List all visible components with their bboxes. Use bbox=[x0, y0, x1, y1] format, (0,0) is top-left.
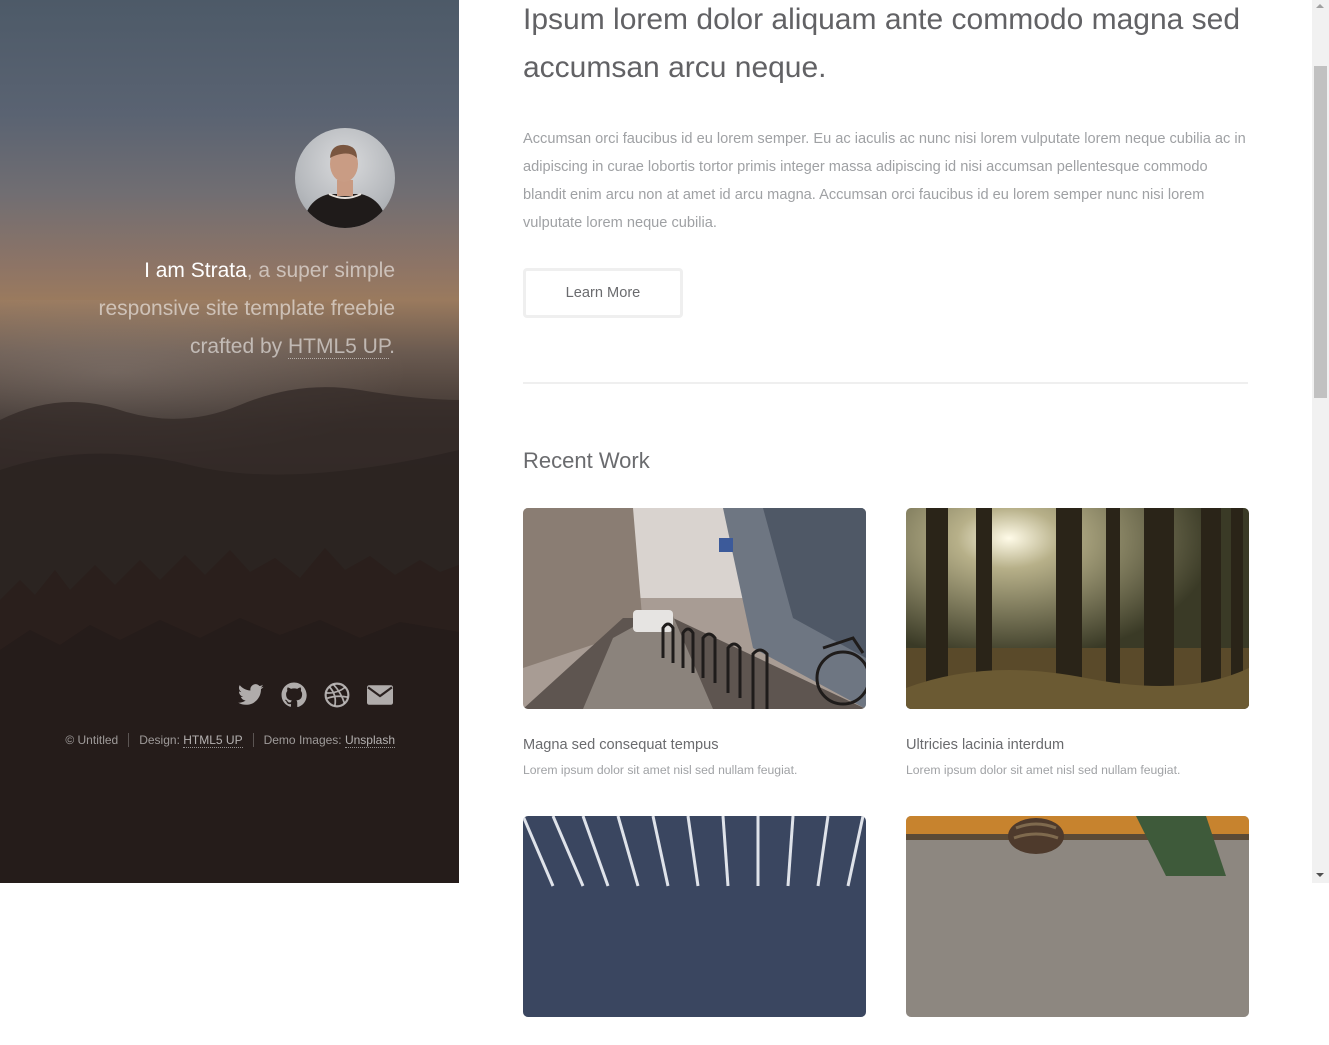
social-icons bbox=[238, 682, 398, 712]
work-thumbnail-forest[interactable] bbox=[906, 508, 1249, 709]
lead-paragraph: Accumsan orci faucibus id eu lorem sempe… bbox=[523, 131, 1246, 231]
work-item-1: Magna sed consequat tempus Lorem ipsum d… bbox=[523, 508, 866, 777]
work-thumbnail-building[interactable] bbox=[523, 816, 866, 1017]
vertical-scrollbar[interactable] bbox=[1312, 0, 1329, 883]
intro-period: . bbox=[389, 335, 395, 358]
intro-html5up-link[interactable]: HTML5 UP bbox=[288, 335, 390, 359]
images-label: Demo Images: bbox=[263, 733, 345, 747]
copyright: © Untitled Design: HTML5 UP Demo Images:… bbox=[65, 733, 395, 748]
work-title: Magna sed consequat tempus bbox=[523, 737, 719, 753]
scroll-down-arrow-icon[interactable] bbox=[1316, 873, 1324, 877]
intro-text: I am Strata, a super simple responsive s… bbox=[65, 252, 395, 366]
envelope-icon[interactable] bbox=[367, 682, 393, 708]
twitter-icon[interactable] bbox=[238, 682, 264, 708]
sidebar-header: I am Strata, a super simple responsive s… bbox=[0, 0, 459, 883]
page-headline: Ipsum lorem dolor aliquam ante commodo m… bbox=[523, 3, 1241, 84]
intro-name: I am Strata bbox=[144, 259, 247, 282]
design-link[interactable]: HTML5 UP bbox=[183, 733, 243, 748]
work-item-4 bbox=[906, 816, 1249, 1045]
work-thumbnail-street[interactable] bbox=[523, 508, 866, 709]
design-label: Design: bbox=[139, 733, 184, 747]
work-description: Lorem ipsum dolor sit amet nisl sed null… bbox=[523, 763, 798, 777]
learn-more-button[interactable]: Learn More bbox=[523, 268, 683, 318]
scrollbar-thumb[interactable] bbox=[1314, 66, 1327, 398]
github-icon[interactable] bbox=[281, 682, 307, 708]
copyright-owner: © Untitled bbox=[65, 733, 119, 747]
dribbble-icon[interactable] bbox=[324, 682, 350, 708]
scroll-up-arrow-icon[interactable] bbox=[1316, 4, 1324, 8]
images-link[interactable]: Unsplash bbox=[344, 733, 395, 748]
main-content: Ipsum lorem dolor aliquam ante commodo m… bbox=[459, 0, 1312, 1017]
avatar bbox=[295, 128, 395, 228]
recent-work-title: Recent Work bbox=[523, 448, 650, 473]
work-item-2: Ultricies lacinia interdum Lorem ipsum d… bbox=[906, 508, 1249, 777]
work-thumbnail-skateboard[interactable] bbox=[906, 816, 1249, 1017]
section-divider bbox=[523, 382, 1248, 384]
copyright-design: Design: HTML5 UP bbox=[128, 733, 252, 748]
work-description: Lorem ipsum dolor sit amet nisl sed null… bbox=[906, 763, 1181, 777]
copyright-images: Demo Images: Unsplash bbox=[252, 733, 395, 748]
work-title: Ultricies lacinia interdum bbox=[906, 737, 1065, 753]
work-item-3 bbox=[523, 816, 866, 1045]
